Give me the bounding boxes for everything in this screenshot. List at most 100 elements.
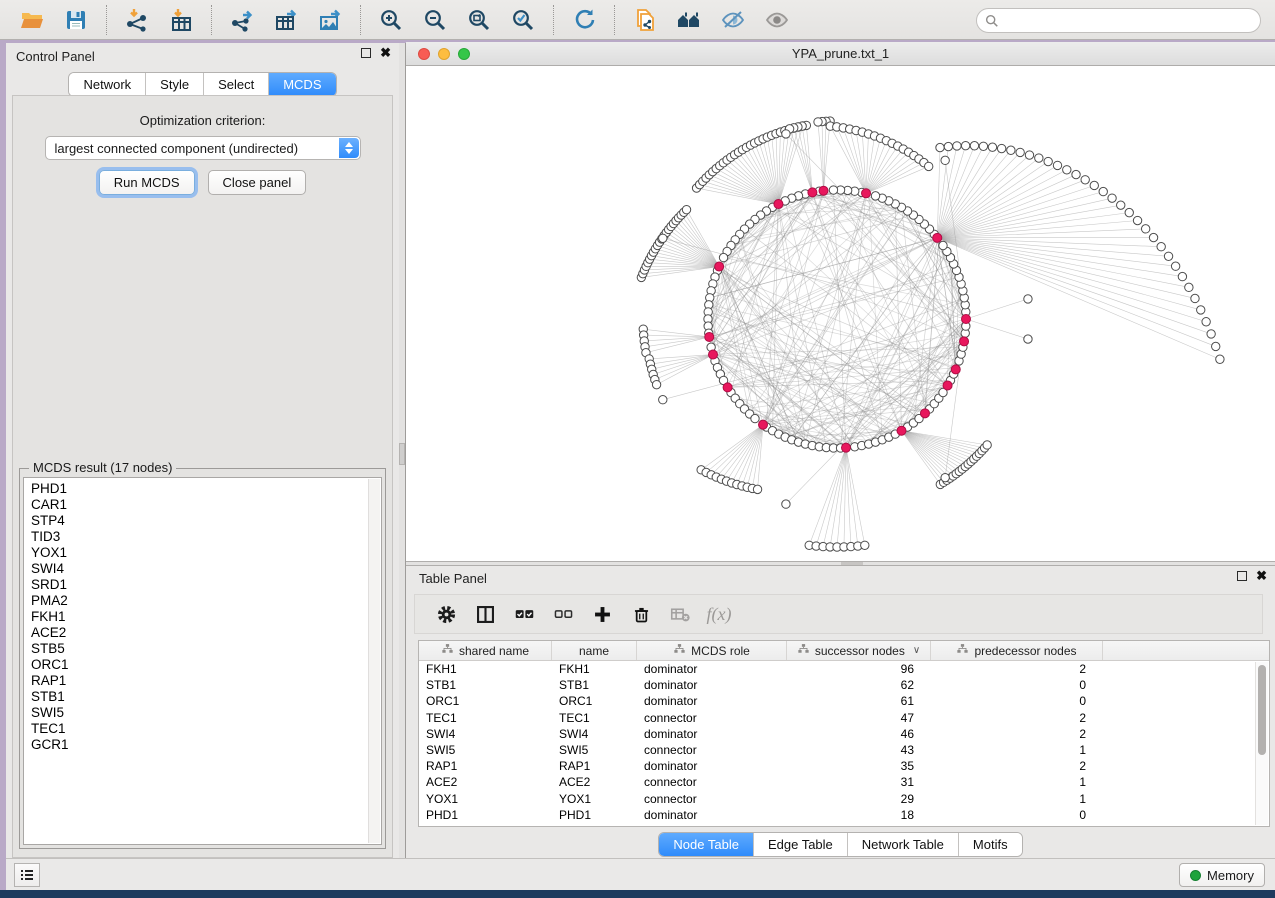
graph-leaf-node[interactable] [1108,194,1116,202]
mcds-list-scrollbar[interactable] [368,479,380,843]
graph-dominator-node[interactable] [841,443,850,452]
mcds-result-item[interactable]: YOX1 [31,545,381,561]
table-row[interactable]: ACE2ACE2connector311 [419,774,1254,790]
minimize-window-icon[interactable] [438,48,450,60]
graph-leaf-node[interactable] [682,205,690,213]
hide-selected-icon[interactable] [718,5,748,35]
graph-leaf-node[interactable] [1081,176,1089,184]
graph-leaf-node[interactable] [1072,170,1080,178]
graph-leaf-node[interactable] [1171,262,1179,270]
run-mcds-button[interactable]: Run MCDS [99,170,195,195]
column-header-MCDS-role[interactable]: MCDS role [637,641,787,660]
first-neighbors-icon[interactable] [674,5,704,35]
graph-leaf-node[interactable] [1063,166,1071,174]
export-image-icon[interactable] [315,5,345,35]
graph-dominator-node[interactable] [933,233,942,242]
graph-leaf-node[interactable] [753,485,761,493]
duplicate-network-icon[interactable] [630,5,660,35]
graph-leaf-node[interactable] [1090,181,1098,189]
graph-leaf-node[interactable] [1164,252,1172,260]
graph-leaf-node[interactable] [944,142,952,150]
import-table-icon[interactable] [166,5,196,35]
mcds-result-item[interactable]: RAP1 [31,673,381,689]
zoom-selected-icon[interactable] [508,5,538,35]
column-header-name[interactable]: name [552,641,637,660]
mcds-result-item[interactable]: FKH1 [31,609,381,625]
export-network-icon[interactable] [227,5,257,35]
float-table-panel-icon[interactable] [1237,571,1247,581]
tab-node-table[interactable]: Node Table [659,833,754,856]
graph-leaf-node[interactable] [997,144,1005,152]
graph-dominator-node[interactable] [808,188,817,197]
graph-leaf-node[interactable] [1024,295,1032,303]
tab-motifs[interactable]: Motifs [959,833,1022,856]
graph-leaf-node[interactable] [1191,294,1199,302]
delete-row-icon[interactable] [624,599,658,629]
graph-leaf-node[interactable] [979,142,987,150]
graph-dominator-node[interactable] [897,426,906,435]
graph-leaf-node[interactable] [983,441,991,449]
select-all-icon[interactable] [507,599,541,629]
network-canvas[interactable] [406,66,1275,560]
graph-leaf-node[interactable] [659,234,667,242]
graph-leaf-node[interactable] [953,142,961,150]
mcds-result-item[interactable]: CAR1 [31,497,381,513]
vertical-splitter[interactable] [399,43,406,858]
graph-leaf-node[interactable] [1133,216,1141,224]
graph-leaf-node[interactable] [1016,148,1024,156]
graph-dominator-node[interactable] [708,350,717,359]
task-history-button[interactable] [14,863,40,887]
function-builder-icon[interactable]: f(x) [702,599,736,629]
search-box[interactable] [976,8,1261,33]
graph-dominator-node[interactable] [715,262,724,271]
close-window-icon[interactable] [418,48,430,60]
graph-dominator-node[interactable] [862,189,871,198]
column-header-predecessor-nodes[interactable]: predecessor nodes [931,641,1103,660]
mcds-result-item[interactable]: GCR1 [31,737,381,753]
zoom-out-icon[interactable] [420,5,450,35]
graph-leaf-node[interactable] [961,141,969,149]
table-row[interactable]: SWI4SWI4dominator462 [419,726,1254,742]
close-table-panel-icon[interactable]: ✖ [1256,571,1267,581]
mcds-result-item[interactable]: PHD1 [31,481,381,497]
column-header-successor-nodes[interactable]: successor nodes∨ [787,641,931,660]
table-row[interactable]: YOX1YOX1connector291 [419,791,1254,807]
graph-leaf-node[interactable] [814,118,822,126]
mcds-result-item[interactable]: SWI4 [31,561,381,577]
graph-ring-node[interactable] [939,241,947,249]
graph-leaf-node[interactable] [1216,355,1224,363]
column-header-shared-name[interactable]: shared name [419,641,552,660]
mcds-result-item[interactable]: ORC1 [31,657,381,673]
graph-leaf-node[interactable] [1157,243,1165,251]
graph-ring-node[interactable] [871,192,879,200]
memory-button[interactable]: Memory [1179,863,1265,887]
graph-leaf-node[interactable] [1025,151,1033,159]
mcds-result-item[interactable]: PMA2 [31,593,381,609]
network-window-titlebar[interactable]: YPA_prune.txt_1 [406,42,1275,66]
graph-dominator-node[interactable] [951,365,960,374]
graph-leaf-node[interactable] [1212,342,1220,350]
graph-leaf-node[interactable] [1202,318,1210,326]
mcds-result-item[interactable]: TEC1 [31,721,381,737]
graph-leaf-node[interactable] [652,380,660,388]
graph-leaf-node[interactable] [988,143,996,151]
tab-network-table[interactable]: Network Table [848,833,959,856]
mcds-result-list[interactable]: PHD1CAR1STP4TID3YOX1SWI4SRD1PMA2FKH1ACE2… [23,477,382,845]
graph-leaf-node[interactable] [970,142,978,150]
table-row[interactable]: RAP1RAP1dominator352 [419,758,1254,774]
graph-leaf-node[interactable] [1044,157,1052,165]
graph-leaf-node[interactable] [1141,225,1149,233]
zoom-in-icon[interactable] [376,5,406,35]
graph-leaf-node[interactable] [1053,161,1061,169]
criterion-select[interactable]: largest connected component (undirected) [45,136,361,160]
graph-leaf-node[interactable] [1185,283,1193,291]
table-vertical-scrollbar[interactable] [1255,662,1268,825]
graph-leaf-node[interactable] [861,541,869,549]
show-columns-icon[interactable] [468,599,502,629]
table-row[interactable]: PHD1PHD1dominator180 [419,807,1254,823]
graph-ring-node[interactable] [751,414,759,422]
tab-network[interactable]: Network [69,73,146,96]
add-row-icon[interactable] [585,599,619,629]
graph-dominator-node[interactable] [920,409,929,418]
graph-dominator-node[interactable] [960,337,969,346]
